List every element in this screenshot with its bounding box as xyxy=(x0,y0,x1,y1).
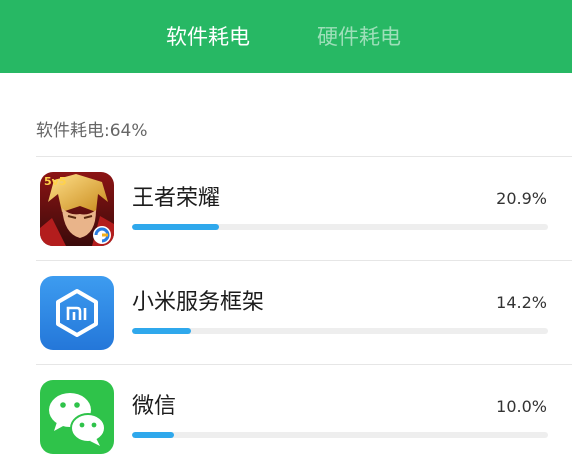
app-usage-percent: 14.2% xyxy=(496,293,547,312)
app-name: 王者荣耀 xyxy=(132,186,221,211)
tab-software-power[interactable]: 软件耗电 xyxy=(166,22,250,52)
usage-bar-fill xyxy=(132,328,192,334)
app-usage-percent: 20.9% xyxy=(496,189,547,208)
usage-bar-track xyxy=(132,432,548,438)
software-power-summary: 软件耗电:64% xyxy=(36,121,148,141)
mi-hexagon-icon xyxy=(40,276,114,350)
honor-of-kings-icon: 5v5 xyxy=(40,172,114,246)
app-row[interactable]: 小米服务框架 14.2% xyxy=(0,261,572,365)
usage-bar-track xyxy=(132,328,548,334)
header-tab-bar: 软件耗电 硬件耗电 xyxy=(0,0,572,73)
app-usage-percent: 10.0% xyxy=(496,397,547,416)
app-name: 小米服务框架 xyxy=(132,290,265,315)
usage-bar-fill xyxy=(132,432,174,438)
app-row[interactable]: 微信 10.0% xyxy=(0,365,572,469)
usage-bar-fill xyxy=(132,224,219,230)
wechat-icon xyxy=(40,380,114,454)
app-name: 微信 xyxy=(132,394,177,419)
usage-bar-track xyxy=(132,224,548,230)
tab-hardware-power[interactable]: 硬件耗电 xyxy=(317,22,401,52)
app-row[interactable]: 5v5 王者荣耀 20.9% xyxy=(0,157,572,261)
svg-text:5v5: 5v5 xyxy=(44,175,66,188)
